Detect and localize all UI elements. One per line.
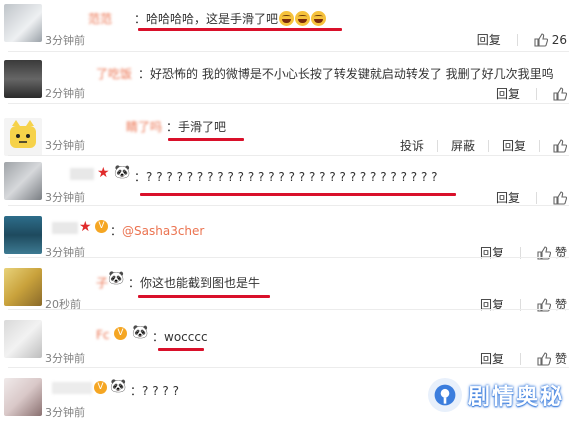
commenter-name[interactable]: 范范 — [88, 10, 112, 27]
divider — [519, 352, 521, 365]
watermark-text: 剧情奥秘 — [468, 385, 565, 410]
like-button[interactable]: 26 — [534, 33, 567, 47]
commenter-name[interactable] — [52, 382, 92, 394]
thumbs-up-icon — [534, 32, 548, 47]
commenter-name[interactable] — [70, 168, 94, 180]
like-button[interactable]: 赞 — [537, 350, 567, 367]
avatar[interactable] — [4, 4, 42, 42]
thumbs-up-icon — [553, 190, 567, 205]
comment-item: 了吃饭 ：好恐怖的 我的微博是不小心长按了转发键就启动转发了 我删了好几次我里呜… — [0, 52, 575, 104]
like-button[interactable] — [553, 86, 567, 101]
vip-crown-icon: V — [94, 381, 107, 394]
reply-button[interactable]: 回复 — [496, 189, 520, 206]
reply-button[interactable]: 回复 — [502, 137, 526, 154]
divider — [516, 33, 518, 46]
avatar[interactable] — [4, 268, 42, 306]
reply-button[interactable]: 回复 — [480, 350, 504, 367]
panda-icon: 🐼 — [110, 379, 127, 394]
vip-crown-icon: V — [95, 220, 108, 233]
highlight-underline — [168, 138, 244, 141]
comment-text: ：wocccc — [152, 330, 208, 344]
cartoon-avatar-icon — [10, 120, 36, 148]
panda-icon: 🐼 — [114, 165, 131, 180]
avatar[interactable] — [4, 60, 42, 98]
highlight-underline — [140, 193, 456, 196]
reply-button[interactable]: 回复 — [477, 31, 501, 48]
comment-text: ：你这也能截到图也是牛 — [128, 276, 261, 290]
commenter-name[interactable]: 睛了吗 — [126, 118, 162, 135]
reply-button[interactable]: 回复 — [496, 85, 520, 102]
divider — [536, 191, 537, 204]
avatar[interactable] — [4, 320, 42, 358]
avatar[interactable] — [4, 216, 42, 254]
comment-text: ：好恐怖的 我的微博是不小心长按了转发键就启动转发了 我删了好几次我里呜 — [138, 67, 554, 81]
divider — [536, 87, 537, 100]
comment-time: 2分钟前 — [45, 87, 85, 100]
avatar[interactable] — [4, 162, 42, 200]
watermark: 剧情奥秘 — [428, 378, 564, 412]
comment-item: 睛了吗 ：手滑了吧 3分钟前 投诉 屏蔽 回复 — [0, 104, 575, 156]
commenter-name[interactable]: 了吃饭 — [96, 65, 132, 82]
watermark-logo-icon — [428, 378, 462, 412]
comment-item: ★ 🐼 ：? ? ? ? ? ? ? ? ? ? ? ? ? ? ? ? ? ?… — [0, 156, 575, 206]
like-button[interactable] — [553, 190, 567, 205]
vip-crown-icon: V — [114, 327, 127, 340]
laughing-emoji-icon — [311, 11, 327, 26]
commenter-name[interactable] — [52, 222, 78, 234]
comment-item: ★ V ：@Sasha3cher 3分钟前 回复 赞 — [0, 206, 575, 260]
comment-text: ：哈哈哈哈，这是手滑了吧 — [134, 10, 327, 27]
comment-item: Fc V 🐼 ：wocccc 3分钟前 回复 赞 — [0, 310, 575, 368]
comment-item: 子 🐼 ：你这也能截到图也是牛 20秒前 回复 赞 — [0, 258, 575, 312]
comment-time: 3分钟前 — [45, 139, 85, 152]
block-button[interactable]: 屏蔽 — [451, 137, 475, 154]
highlight-underline — [158, 348, 204, 351]
laughing-emoji-icon — [295, 11, 311, 26]
comment-text: ：? ? ? ? — [130, 384, 179, 398]
comment-text: ：? ? ? ? ? ? ? ? ? ? ? ? ? ? ? ? ? ? ? ?… — [134, 170, 438, 184]
comment-time: 3分钟前 — [45, 34, 85, 47]
star-icon: ★ — [79, 219, 92, 235]
star-icon: ★ — [97, 165, 110, 181]
thumbs-up-icon — [553, 138, 567, 153]
thumbs-up-icon — [537, 351, 551, 366]
divider — [539, 139, 540, 152]
laughing-emoji-icon — [279, 11, 295, 26]
panda-icon: 🐼 — [132, 325, 149, 340]
highlight-underline — [138, 295, 270, 298]
avatar[interactable] — [4, 118, 42, 156]
comment-text: ：@Sasha3cher — [110, 224, 205, 238]
comment-text: ：手滑了吧 — [166, 120, 227, 134]
report-button[interactable]: 投诉 — [400, 137, 424, 154]
avatar[interactable] — [4, 378, 42, 416]
comment-time: 3分钟前 — [45, 191, 85, 204]
divider — [436, 139, 438, 152]
highlight-underline — [138, 28, 342, 31]
mention-link[interactable]: @Sasha3cher — [122, 224, 204, 238]
comment-item: 范范 ：哈哈哈哈，这是手滑了吧 3分钟前 回复 26 — [0, 0, 575, 52]
comment-time: 3分钟前 — [45, 406, 85, 419]
like-count: 26 — [551, 32, 567, 47]
comment-time: 3分钟前 — [45, 352, 85, 365]
thumbs-up-icon — [553, 86, 567, 101]
like-label: 赞 — [554, 352, 567, 366]
commenter-name[interactable]: 子 — [96, 274, 108, 291]
panda-icon: 🐼 — [108, 271, 125, 286]
like-button[interactable] — [553, 138, 567, 153]
divider — [487, 139, 489, 152]
commenter-name[interactable]: Fc — [96, 328, 110, 342]
